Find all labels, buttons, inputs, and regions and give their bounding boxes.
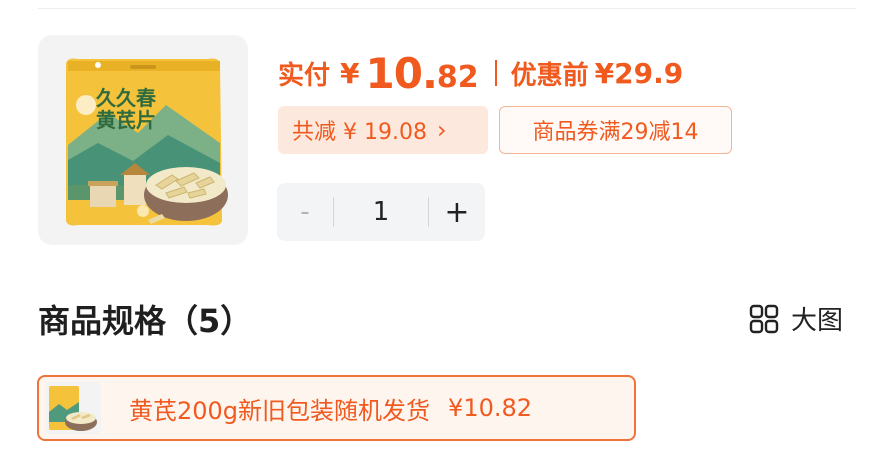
package-title-line1: 久久春	[96, 86, 156, 110]
paid-price-integer: 10.	[365, 48, 438, 98]
product-package-image	[66, 58, 228, 226]
paid-price-decimal: 82	[436, 60, 479, 95]
total-discount-text: 共减 ¥ 19.08	[292, 120, 427, 145]
original-price: ¥29.9	[594, 56, 684, 90]
price-row: 实付 ¥ 10. 82 优惠前 ¥29.9	[278, 45, 683, 101]
big-view-toggle[interactable]: 大图	[749, 300, 843, 337]
original-price-label: 优惠前	[510, 60, 589, 91]
grid-icon	[749, 304, 779, 333]
coupon-chip[interactable]: 商品券满29减14	[499, 106, 732, 154]
spec-option-thumbnail	[45, 382, 101, 434]
quantity-value[interactable]: 1	[334, 197, 428, 227]
decrease-button[interactable]: -	[277, 183, 333, 241]
spec-option-price: ¥10.82	[448, 394, 533, 422]
top-divider	[38, 8, 856, 9]
spec-title: 商品规格（5）	[38, 302, 253, 340]
product-image[interactable]: 久久春 黄芪片	[38, 35, 248, 245]
chevron-right-icon: ›	[436, 116, 447, 144]
package-title-line2: 黄芪片	[96, 108, 156, 132]
coupon-text: 商品券满29减14	[532, 120, 699, 145]
big-view-label: 大图	[791, 306, 844, 336]
paid-label: 实付	[278, 60, 331, 91]
product-thumbnail-icon	[49, 386, 97, 431]
increase-button[interactable]: +	[429, 183, 485, 241]
currency-symbol: ¥	[340, 56, 360, 90]
price-separator	[494, 60, 497, 86]
spec-option-name: 黄芪200g新旧包装随机发货	[129, 396, 431, 425]
total-discount-chip[interactable]: 共减 ¥ 19.08 ›	[278, 106, 488, 154]
package-title: 久久春 黄芪片	[96, 87, 156, 131]
spec-option-selected[interactable]: 黄芪200g新旧包装随机发货 ¥10.82	[37, 375, 636, 441]
quantity-stepper: - 1 +	[277, 183, 485, 241]
